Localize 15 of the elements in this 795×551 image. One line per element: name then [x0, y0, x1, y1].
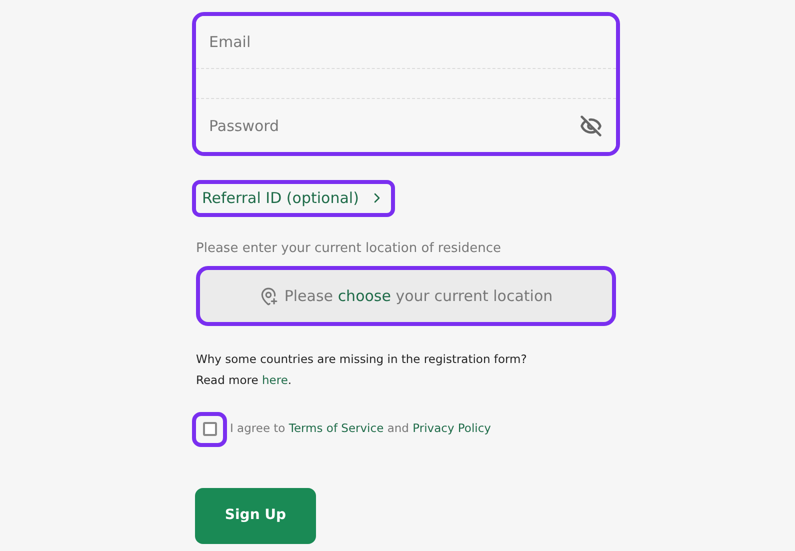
referral-toggle[interactable]: Referral ID (optional) — [192, 180, 395, 216]
toggle-visibility-button[interactable] — [580, 114, 602, 136]
agree-checkbox[interactable] — [202, 422, 216, 436]
privacy-link[interactable]: Privacy Policy — [412, 421, 491, 436]
agreement-text: I agree to Terms of Service and Privacy Policy — [230, 420, 491, 438]
sign-up-button[interactable]: Sign Up — [195, 488, 316, 544]
email-input[interactable]: Email — [196, 16, 616, 68]
read-more-text: Read more here. — [196, 372, 293, 390]
here-link[interactable]: here — [262, 373, 288, 388]
missing-countries-question: Why some countries are missing in the registration form? — [196, 351, 528, 368]
eye-off-icon — [580, 114, 602, 136]
map-pin-icon — [259, 286, 278, 306]
terms-link[interactable]: Terms of Service — [288, 421, 384, 436]
location-label: Please enter your current location of residence — [196, 240, 502, 258]
location-button[interactable]: Please choose your current location — [196, 266, 616, 326]
